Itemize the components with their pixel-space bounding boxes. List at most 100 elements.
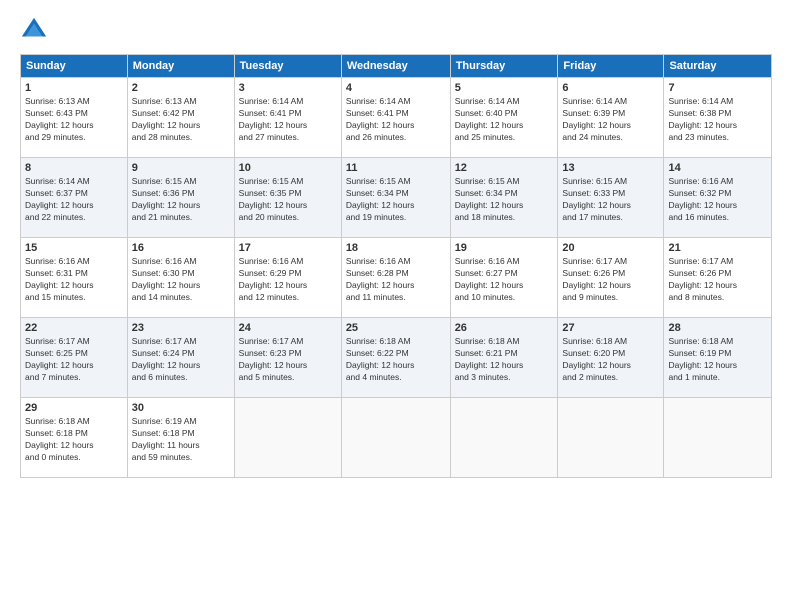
day-info: Sunrise: 6:13 AM Sunset: 6:43 PM Dayligh… [25,96,123,144]
calendar-cell: 22 Sunrise: 6:17 AM Sunset: 6:25 PM Dayli… [21,318,128,398]
day-number: 16 [132,242,230,254]
day-info: Sunrise: 6:16 AM Sunset: 6:28 PM Dayligh… [346,256,446,304]
calendar-week-row: 8 Sunrise: 6:14 AM Sunset: 6:37 PM Daylig… [21,158,772,238]
calendar-cell: 7 Sunrise: 6:14 AM Sunset: 6:38 PM Daylig… [664,78,772,158]
day-info: Sunrise: 6:17 AM Sunset: 6:26 PM Dayligh… [668,256,767,304]
weekday-header: Tuesday [234,55,341,78]
day-info: Sunrise: 6:13 AM Sunset: 6:42 PM Dayligh… [132,96,230,144]
calendar-cell: 16 Sunrise: 6:16 AM Sunset: 6:30 PM Dayli… [127,238,234,318]
day-info: Sunrise: 6:15 AM Sunset: 6:34 PM Dayligh… [346,176,446,224]
calendar-cell: 28Sunrise: 6:18 AM Sunset: 6:19 PM Dayli… [664,318,772,398]
day-number: 3 [239,82,337,94]
calendar-cell: 24 Sunrise: 6:17 AM Sunset: 6:23 PM Dayli… [234,318,341,398]
day-info: Sunrise: 6:14 AM Sunset: 6:39 PM Dayligh… [562,96,659,144]
day-info: Sunrise: 6:14 AM Sunset: 6:41 PM Dayligh… [346,96,446,144]
day-number: 10 [239,162,337,174]
day-number: 24 [239,322,337,334]
day-number: 27 [562,322,659,334]
calendar-week-row: 22 Sunrise: 6:17 AM Sunset: 6:25 PM Dayli… [21,318,772,398]
logo [20,16,52,44]
calendar-cell: 2 Sunrise: 6:13 AM Sunset: 6:42 PM Daylig… [127,78,234,158]
day-number: 15 [25,242,123,254]
day-number: 11 [346,162,446,174]
day-info: Sunrise: 6:16 AM Sunset: 6:32 PM Dayligh… [668,176,767,224]
day-info: Sunrise: 6:17 AM Sunset: 6:25 PM Dayligh… [25,336,123,384]
calendar-cell: 18Sunrise: 6:16 AM Sunset: 6:28 PM Dayli… [341,238,450,318]
day-info: Sunrise: 6:17 AM Sunset: 6:26 PM Dayligh… [562,256,659,304]
day-number: 26 [455,322,554,334]
calendar-cell: 19 Sunrise: 6:16 AM Sunset: 6:27 PM Dayli… [450,238,558,318]
calendar-cell: 21 Sunrise: 6:17 AM Sunset: 6:26 PM Dayli… [664,238,772,318]
calendar-cell: 4 Sunrise: 6:14 AM Sunset: 6:41 PM Daylig… [341,78,450,158]
day-number: 17 [239,242,337,254]
day-number: 1 [25,82,123,94]
day-info: Sunrise: 6:18 AM Sunset: 6:19 PM Dayligh… [668,336,767,384]
calendar-cell: 30Sunrise: 6:19 AM Sunset: 6:18 PM Dayli… [127,398,234,478]
day-info: Sunrise: 6:16 AM Sunset: 6:29 PM Dayligh… [239,256,337,304]
calendar-week-row: 15 Sunrise: 6:16 AM Sunset: 6:31 PM Dayli… [21,238,772,318]
calendar-cell [558,398,664,478]
calendar-cell: 11 Sunrise: 6:15 AM Sunset: 6:34 PM Dayli… [341,158,450,238]
day-info: Sunrise: 6:15 AM Sunset: 6:35 PM Dayligh… [239,176,337,224]
calendar-header-row: SundayMondayTuesdayWednesdayThursdayFrid… [21,55,772,78]
day-number: 8 [25,162,123,174]
calendar-cell: 10 Sunrise: 6:15 AM Sunset: 6:35 PM Dayli… [234,158,341,238]
day-number: 9 [132,162,230,174]
calendar-cell: 25 Sunrise: 6:18 AM Sunset: 6:22 PM Dayli… [341,318,450,398]
day-info: Sunrise: 6:19 AM Sunset: 6:18 PM Dayligh… [132,416,230,464]
calendar-cell: 6 Sunrise: 6:14 AM Sunset: 6:39 PM Daylig… [558,78,664,158]
calendar-cell: 26 Sunrise: 6:18 AM Sunset: 6:21 PM Dayli… [450,318,558,398]
calendar-cell: 8 Sunrise: 6:14 AM Sunset: 6:37 PM Daylig… [21,158,128,238]
day-info: Sunrise: 6:16 AM Sunset: 6:27 PM Dayligh… [455,256,554,304]
calendar-cell: 29 Sunrise: 6:18 AM Sunset: 6:18 PM Dayli… [21,398,128,478]
day-info: Sunrise: 6:14 AM Sunset: 6:37 PM Dayligh… [25,176,123,224]
day-number: 7 [668,82,767,94]
weekday-header: Wednesday [341,55,450,78]
day-info: Sunrise: 6:14 AM Sunset: 6:40 PM Dayligh… [455,96,554,144]
day-info: Sunrise: 6:18 AM Sunset: 6:18 PM Dayligh… [25,416,123,464]
day-info: Sunrise: 6:16 AM Sunset: 6:31 PM Dayligh… [25,256,123,304]
day-number: 6 [562,82,659,94]
day-number: 22 [25,322,123,334]
calendar-cell: 13Sunrise: 6:15 AM Sunset: 6:33 PM Dayli… [558,158,664,238]
day-number: 2 [132,82,230,94]
day-number: 12 [455,162,554,174]
day-info: Sunrise: 6:17 AM Sunset: 6:23 PM Dayligh… [239,336,337,384]
weekday-header: Saturday [664,55,772,78]
weekday-header: Friday [558,55,664,78]
calendar-week-row: 1 Sunrise: 6:13 AM Sunset: 6:43 PM Daylig… [21,78,772,158]
day-number: 13 [562,162,659,174]
day-number: 4 [346,82,446,94]
day-info: Sunrise: 6:15 AM Sunset: 6:34 PM Dayligh… [455,176,554,224]
calendar-cell [341,398,450,478]
day-number: 20 [562,242,659,254]
calendar-cell [664,398,772,478]
day-number: 19 [455,242,554,254]
day-number: 25 [346,322,446,334]
calendar-cell: 15 Sunrise: 6:16 AM Sunset: 6:31 PM Dayli… [21,238,128,318]
day-number: 14 [668,162,767,174]
calendar-cell [234,398,341,478]
calendar-cell: 17 Sunrise: 6:16 AM Sunset: 6:29 PM Dayli… [234,238,341,318]
day-info: Sunrise: 6:18 AM Sunset: 6:22 PM Dayligh… [346,336,446,384]
day-info: Sunrise: 6:16 AM Sunset: 6:30 PM Dayligh… [132,256,230,304]
weekday-header: Sunday [21,55,128,78]
calendar-cell: 3 Sunrise: 6:14 AM Sunset: 6:41 PM Daylig… [234,78,341,158]
weekday-header: Monday [127,55,234,78]
weekday-header: Thursday [450,55,558,78]
day-info: Sunrise: 6:14 AM Sunset: 6:41 PM Dayligh… [239,96,337,144]
calendar-cell: 20 Sunrise: 6:17 AM Sunset: 6:26 PM Dayli… [558,238,664,318]
page: SundayMondayTuesdayWednesdayThursdayFrid… [0,0,792,612]
day-number: 29 [25,402,123,414]
calendar-cell: 12 Sunrise: 6:15 AM Sunset: 6:34 PM Dayli… [450,158,558,238]
day-info: Sunrise: 6:18 AM Sunset: 6:21 PM Dayligh… [455,336,554,384]
calendar-cell [450,398,558,478]
calendar-cell: 1 Sunrise: 6:13 AM Sunset: 6:43 PM Daylig… [21,78,128,158]
calendar-cell: 23Sunrise: 6:17 AM Sunset: 6:24 PM Dayli… [127,318,234,398]
day-number: 21 [668,242,767,254]
calendar-week-row: 29 Sunrise: 6:18 AM Sunset: 6:18 PM Dayli… [21,398,772,478]
day-info: Sunrise: 6:14 AM Sunset: 6:38 PM Dayligh… [668,96,767,144]
calendar-table: SundayMondayTuesdayWednesdayThursdayFrid… [20,54,772,478]
day-info: Sunrise: 6:17 AM Sunset: 6:24 PM Dayligh… [132,336,230,384]
calendar-cell: 27Sunrise: 6:18 AM Sunset: 6:20 PM Dayli… [558,318,664,398]
